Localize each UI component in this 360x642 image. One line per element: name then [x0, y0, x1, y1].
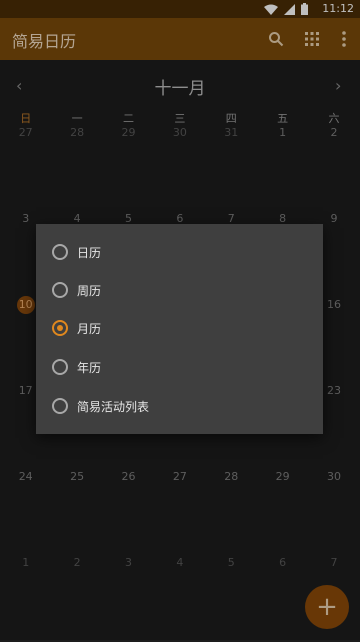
radio-button[interactable] — [52, 398, 68, 414]
radio-button[interactable] — [52, 359, 68, 375]
option-label: 周历 — [77, 283, 102, 298]
view-picker-dialog: 日历 周历 月历 年历 简易活动列表 — [36, 224, 323, 434]
option-label: 简易活动列表 — [77, 399, 150, 414]
option-label: 日历 — [77, 245, 102, 260]
option-day-view[interactable]: 日历 — [52, 241, 101, 263]
option-year-view[interactable]: 年历 — [52, 356, 101, 378]
option-month-view[interactable]: 月历 — [52, 317, 101, 339]
option-label: 年历 — [77, 360, 102, 375]
radio-button-checked[interactable] — [52, 320, 68, 336]
option-event-list-view[interactable]: 简易活动列表 — [52, 395, 149, 417]
radio-button[interactable] — [52, 244, 68, 260]
radio-button[interactable] — [52, 282, 68, 298]
option-week-view[interactable]: 周历 — [52, 279, 101, 301]
option-label: 月历 — [77, 321, 102, 336]
